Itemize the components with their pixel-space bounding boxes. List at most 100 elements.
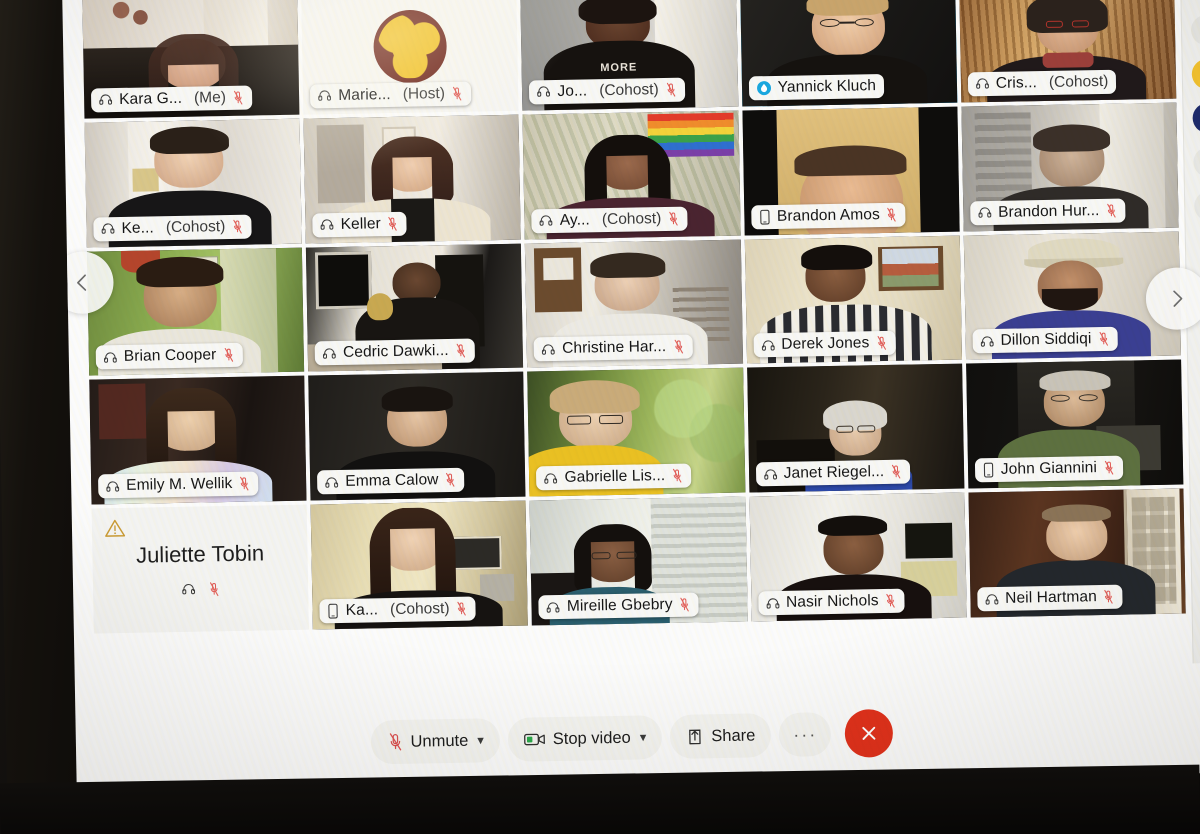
participant-audio-status-icon xyxy=(982,462,995,478)
participant-tile[interactable]: Marie... (Host) xyxy=(301,0,519,115)
participant-muted-icon xyxy=(1103,460,1115,476)
participant-tile[interactable]: Ka... (Cohost) xyxy=(310,500,529,630)
participant-name: Yannick Kluch xyxy=(777,76,877,96)
headset-icon xyxy=(325,477,339,488)
participant-name-plate: Janet Riegel... xyxy=(755,459,911,487)
participant-muted-icon xyxy=(890,464,902,480)
participant-tile[interactable]: Cris... (Cohost) xyxy=(958,0,1177,103)
headset-icon xyxy=(106,481,120,492)
mic-muted-icon xyxy=(233,219,242,234)
participant-tile[interactable]: Derek Jones xyxy=(744,235,962,364)
participant-tile[interactable]: Gabrielle Lis... xyxy=(527,367,746,497)
connection-warning-icon xyxy=(104,518,126,543)
mic-muted-icon xyxy=(669,211,678,226)
headset-icon xyxy=(99,94,113,106)
participant-name-plate: Cris... (Cohost) xyxy=(967,69,1117,97)
participant-audio-status-icon xyxy=(539,213,554,228)
participant-audio-status-icon xyxy=(543,471,558,486)
share-button[interactable]: Share xyxy=(669,713,772,759)
participant-tile[interactable]: Mireille Gbebry xyxy=(529,496,748,626)
dock-avatar[interactable] xyxy=(1191,58,1200,90)
participant-tile[interactable]: Emma Calow xyxy=(308,371,526,501)
participant-muted-icon xyxy=(444,472,456,488)
participant-name: Brian Cooper xyxy=(123,346,217,366)
dock-avatar[interactable] xyxy=(1191,102,1200,134)
participant-muted-icon xyxy=(231,218,243,234)
headset-icon xyxy=(182,584,196,595)
participant-name-plate: Brandon Amos xyxy=(750,202,907,230)
participant-name-plate: Nasir Nichols xyxy=(757,588,905,616)
participant-name-plate: Dillon Siddiqi xyxy=(972,327,1118,354)
participant-role: (Cohost) xyxy=(165,217,226,236)
participant-role: (Cohost) xyxy=(1048,72,1109,91)
participant-audio-status-icon xyxy=(977,205,992,220)
unmute-caret-icon[interactable]: ▾ xyxy=(477,732,484,748)
participant-tile[interactable]: Janet Riegel... xyxy=(746,363,965,493)
mic-muted-icon xyxy=(224,348,233,363)
participant-name: Nasir Nichols xyxy=(785,592,879,611)
participant-gallery-grid: Kara G... (Me) Marie... (Host) MORE Jo..… xyxy=(62,0,1186,634)
participant-name-plate: Emma Calow xyxy=(317,467,465,495)
participant-tile[interactable]: Brian Cooper xyxy=(86,247,305,376)
participant-tile[interactable]: Neil Hartman xyxy=(968,488,1186,618)
participant-audio-status-icon xyxy=(758,209,771,225)
mic-muted-icon xyxy=(1104,461,1114,475)
mic-muted-icon xyxy=(233,90,243,105)
dock-avatar[interactable]: K xyxy=(1190,14,1200,46)
participant-tile[interactable]: Cedric Dawki... xyxy=(306,243,524,372)
participant-tile[interactable]: Kara G... (Me) xyxy=(82,0,300,119)
leave-meeting-button[interactable] xyxy=(844,708,894,758)
participant-tile[interactable]: Juliette Tobin xyxy=(91,504,310,634)
participant-tile[interactable]: Nasir Nichols xyxy=(749,492,967,622)
participant-name: John Giannini xyxy=(1000,459,1098,479)
participant-tile[interactable]: Christine Har... xyxy=(525,239,743,368)
headset-icon xyxy=(323,348,336,359)
dock-avatar[interactable] xyxy=(1192,146,1200,178)
participant-tile[interactable]: Brandon Hur... xyxy=(961,102,1179,232)
participant-audio-status-icon xyxy=(327,603,340,619)
participant-audio-status-icon xyxy=(760,338,775,353)
participant-audio-status-icon xyxy=(324,475,339,490)
participant-audio-status-icon xyxy=(103,350,118,365)
participant-name-plate: Jo... (Cohost) xyxy=(529,77,685,105)
laptop-screen-photo: Kara G... (Me) Marie... (Host) MORE Jo..… xyxy=(0,0,1200,834)
participant-audio-status-icon xyxy=(105,479,120,494)
unmute-button[interactable]: Unmute ▾ xyxy=(370,718,501,765)
headset-icon xyxy=(318,90,332,102)
participant-muted-icon xyxy=(671,468,683,484)
dock-avatar[interactable] xyxy=(1193,190,1200,222)
participant-name: Mireille Gbebry xyxy=(566,595,673,615)
participant-name: Neil Hartman xyxy=(1005,588,1098,607)
participant-tile[interactable]: Brandon Amos xyxy=(742,106,960,236)
participant-name-plate: Neil Hartman xyxy=(977,584,1124,612)
stop-video-button[interactable]: Stop video ▾ xyxy=(507,715,663,762)
participant-name: Keller xyxy=(340,214,382,233)
participant-tile[interactable]: Keller xyxy=(303,114,522,244)
participant-tile[interactable]: Ke... (Cohost) xyxy=(84,118,302,248)
stop-video-caret-icon[interactable]: ▾ xyxy=(640,729,647,745)
phone-icon xyxy=(328,603,338,619)
participant-name: Kara G... xyxy=(118,89,183,108)
dock-avatar[interactable]: C xyxy=(1189,0,1200,2)
participant-role: (Cohost) xyxy=(599,80,659,99)
speaking-icon xyxy=(756,80,771,95)
more-options-button[interactable]: ··· xyxy=(778,712,832,757)
participant-role: (Cohost) xyxy=(389,600,450,619)
mic-muted-icon xyxy=(457,601,466,616)
participant-name: Jo... xyxy=(557,82,588,100)
participant-name-plate: Christine Har... xyxy=(533,334,693,362)
participant-tile[interactable]: Ay... (Cohost) xyxy=(522,110,741,240)
participant-name: Dillon Siddiqi xyxy=(1000,330,1092,350)
participant-tile[interactable]: Emily M. Wellik xyxy=(89,376,307,505)
participant-name-plate: Kara G... (Me) xyxy=(90,85,253,113)
participant-tile[interactable]: Yannick Kluch xyxy=(739,0,958,107)
participant-name: Cedric Dawki... xyxy=(342,342,449,362)
mic-muted-icon xyxy=(240,476,249,491)
participant-tile[interactable]: John Giannini xyxy=(965,359,1184,489)
participant-name-plate: Yannick Kluch xyxy=(748,73,885,101)
mic-muted-icon xyxy=(210,581,219,596)
participant-tile[interactable]: MORE Jo... (Cohost) xyxy=(520,0,738,111)
participant-muted-icon xyxy=(1103,589,1115,605)
participant-audio-status-icon xyxy=(100,221,115,236)
headset-icon xyxy=(539,215,553,226)
